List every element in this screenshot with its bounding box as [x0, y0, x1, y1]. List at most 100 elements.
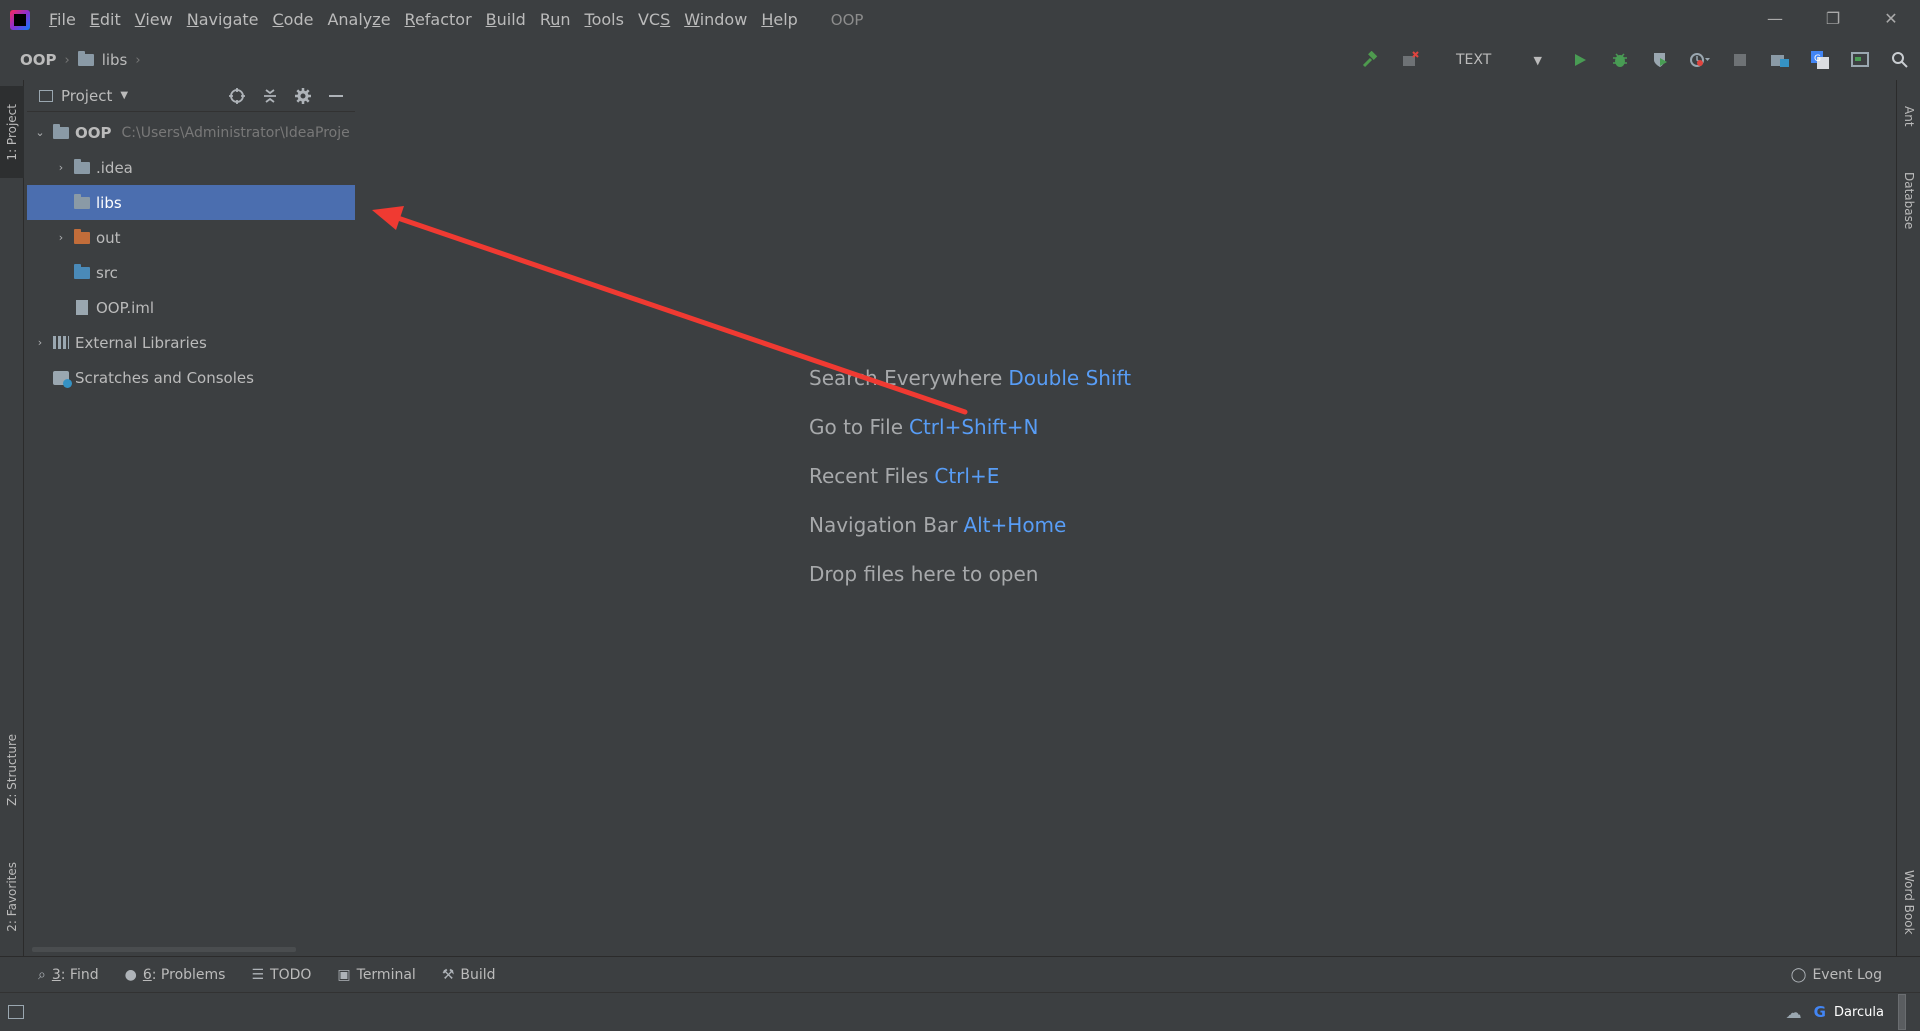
debug-icon[interactable]	[1608, 48, 1632, 72]
tool-tab-favorites-label: 2: Favorites	[5, 862, 19, 932]
translate-icon[interactable]: G	[1808, 48, 1832, 72]
menu-help[interactable]: Help	[754, 0, 804, 40]
tree-node-path: C:\Users\Administrator\IdeaProje	[121, 124, 350, 141]
tree-node-external-libraries[interactable]: › External Libraries	[27, 325, 355, 360]
menu-window[interactable]: Window	[677, 0, 754, 40]
breadcrumb-root[interactable]: OOP	[20, 51, 57, 69]
close-button[interactable]: ✕	[1862, 0, 1920, 36]
menu-vcs[interactable]: VCS	[631, 0, 677, 40]
module-folder-icon	[53, 123, 69, 139]
tool-tab-problems[interactable]: ● 6: Problems	[125, 967, 226, 983]
terminal-icon: ▣	[337, 966, 351, 983]
left-tool-stripe: 1: Project Z: Structure 2: Favorites	[0, 80, 24, 956]
tree-node-oop[interactable]: ⌄ OOP C:\Users\Administrator\IdeaProje	[27, 115, 355, 150]
tool-tab-structure[interactable]: Z: Structure	[0, 720, 24, 820]
chevron-right-icon[interactable]: ›	[54, 161, 68, 174]
edit-configurations-icon[interactable]	[1398, 48, 1422, 72]
menu-analyze[interactable]: Analyze	[320, 0, 397, 40]
chevron-right-icon[interactable]: ›	[54, 231, 68, 244]
tool-tab-ant-label: Ant	[1902, 105, 1916, 127]
menu-run[interactable]: Run	[533, 0, 578, 40]
tool-tab-terminal[interactable]: ▣ Terminal	[337, 967, 415, 983]
chevron-down-icon: ▼	[120, 90, 129, 101]
breadcrumb: OOP › libs ›	[20, 51, 149, 69]
status-bar-widgets: ☁ G Darcula	[1786, 993, 1906, 1031]
toggle-tool-windows-icon[interactable]	[8, 1004, 24, 1019]
run-configuration-label: TEXT	[1456, 52, 1492, 68]
project-tool-window: Project ▼ ⌄ OOP C:\Users\Administrator\I…	[27, 80, 355, 956]
chevron-right-icon[interactable]: ›	[33, 336, 47, 349]
horizontal-scrollbar[interactable]	[32, 947, 296, 952]
tool-tab-word-book[interactable]: Word Book	[1897, 852, 1920, 952]
project-view-selector[interactable]: Project ▼	[39, 87, 128, 105]
google-icon[interactable]: G	[1814, 1003, 1826, 1021]
build-hammer-icon[interactable]	[1358, 48, 1382, 72]
tool-tab-project[interactable]: 1: Project	[0, 86, 24, 178]
tool-tab-build[interactable]: ⚒ Build	[442, 967, 496, 983]
tool-tab-todo[interactable]: ☰ TODO	[251, 967, 311, 983]
tree-node-label: out	[96, 228, 121, 247]
menu-refactor[interactable]: Refactor	[398, 0, 479, 40]
hide-panel-icon[interactable]	[325, 85, 347, 107]
menu-view[interactable]: View	[128, 0, 180, 40]
chevron-down-icon[interactable]: ⌄	[33, 126, 47, 139]
project-structure-icon[interactable]	[1768, 48, 1792, 72]
menu-navigate[interactable]: Navigate	[180, 0, 266, 40]
tool-tab-find[interactable]: ⌕ 3: Find	[38, 967, 99, 983]
tree-node-src[interactable]: src	[27, 255, 355, 290]
tree-node-label: OOP	[75, 123, 112, 142]
run-with-coverage-icon[interactable]	[1648, 48, 1672, 72]
tree-node-idea[interactable]: › .idea	[27, 150, 355, 185]
tool-tab-favorites[interactable]: 2: Favorites	[0, 842, 24, 952]
tool-tab-ant[interactable]: Ant	[1897, 86, 1920, 146]
profiler-icon[interactable]	[1688, 48, 1712, 72]
menu-file[interactable]: File	[42, 0, 83, 40]
tree-node-out[interactable]: › out	[27, 220, 355, 255]
tree-node-label: OOP.iml	[96, 298, 155, 317]
right-tool-stripe: Ant Database Word Book	[1896, 80, 1920, 956]
main-toolbar: TEXT ▼ G	[1350, 40, 1920, 80]
tree-node-libs[interactable]: libs	[27, 185, 355, 220]
collapse-all-icon[interactable]	[259, 85, 281, 107]
tool-tab-event-log[interactable]: ◯ Event Log	[1791, 957, 1882, 993]
project-tree: ⌄ OOP C:\Users\Administrator\IdeaProje ›…	[27, 115, 355, 395]
hint-search-everywhere: Search Everywhere Double Shift	[809, 366, 1132, 390]
tree-node-scratches[interactable]: Scratches and Consoles	[27, 360, 355, 395]
problems-icon: ●	[124, 966, 137, 983]
event-log-icon: ◯	[1790, 967, 1807, 983]
intellij-logo-icon[interactable]	[10, 10, 30, 30]
tree-node-oop-iml[interactable]: OOP.iml	[27, 290, 355, 325]
restore-button[interactable]: ❐	[1804, 0, 1862, 36]
theme-label[interactable]: Darcula	[1834, 1005, 1884, 1020]
editor-empty-hints: Search Everywhere Double Shift Go to File…	[809, 364, 1131, 609]
search-icon[interactable]	[1888, 48, 1912, 72]
svg-text:G: G	[1814, 54, 1821, 64]
tree-node-label: External Libraries	[75, 333, 207, 352]
tool-tab-database[interactable]: Database	[1897, 156, 1920, 246]
hint-drop-files: Drop files here to open	[809, 562, 1039, 586]
status-bar: ☁ G Darcula	[0, 992, 1920, 1030]
presentation-mode-icon[interactable]	[1848, 48, 1872, 72]
search-icon: ⌕	[38, 966, 46, 983]
chevron-down-icon: ▼	[1533, 53, 1542, 67]
minimize-button[interactable]: —	[1746, 0, 1804, 36]
excluded-folder-icon	[74, 228, 90, 244]
stop-icon[interactable]	[1728, 48, 1752, 72]
run-configuration-select[interactable]: TEXT ▼	[1440, 47, 1550, 73]
menu-edit[interactable]: Edit	[83, 0, 128, 40]
memory-indicator[interactable]	[1898, 994, 1906, 1030]
cloud-sync-icon[interactable]: ☁	[1786, 1003, 1802, 1022]
run-icon[interactable]	[1568, 48, 1592, 72]
tool-tab-word-book-label: Word Book	[1902, 869, 1916, 935]
menu-bar: File Edit View Navigate Code Analyze Ref…	[0, 0, 1920, 40]
menu-build[interactable]: Build	[479, 0, 533, 40]
breadcrumb-separator-icon: ›	[64, 52, 70, 68]
tool-tab-project-label: 1: Project	[5, 103, 19, 161]
menu-tools[interactable]: Tools	[578, 0, 631, 40]
breadcrumb-libs[interactable]: libs	[102, 51, 128, 69]
project-panel-header: Project ▼	[27, 80, 355, 112]
gear-icon[interactable]	[292, 85, 314, 107]
bottom-tool-bar: ⌕ 3: Find ● 6: Problems ☰ TODO ▣ Termina…	[0, 956, 1920, 992]
locate-file-icon[interactable]	[226, 85, 248, 107]
menu-code[interactable]: Code	[266, 0, 321, 40]
